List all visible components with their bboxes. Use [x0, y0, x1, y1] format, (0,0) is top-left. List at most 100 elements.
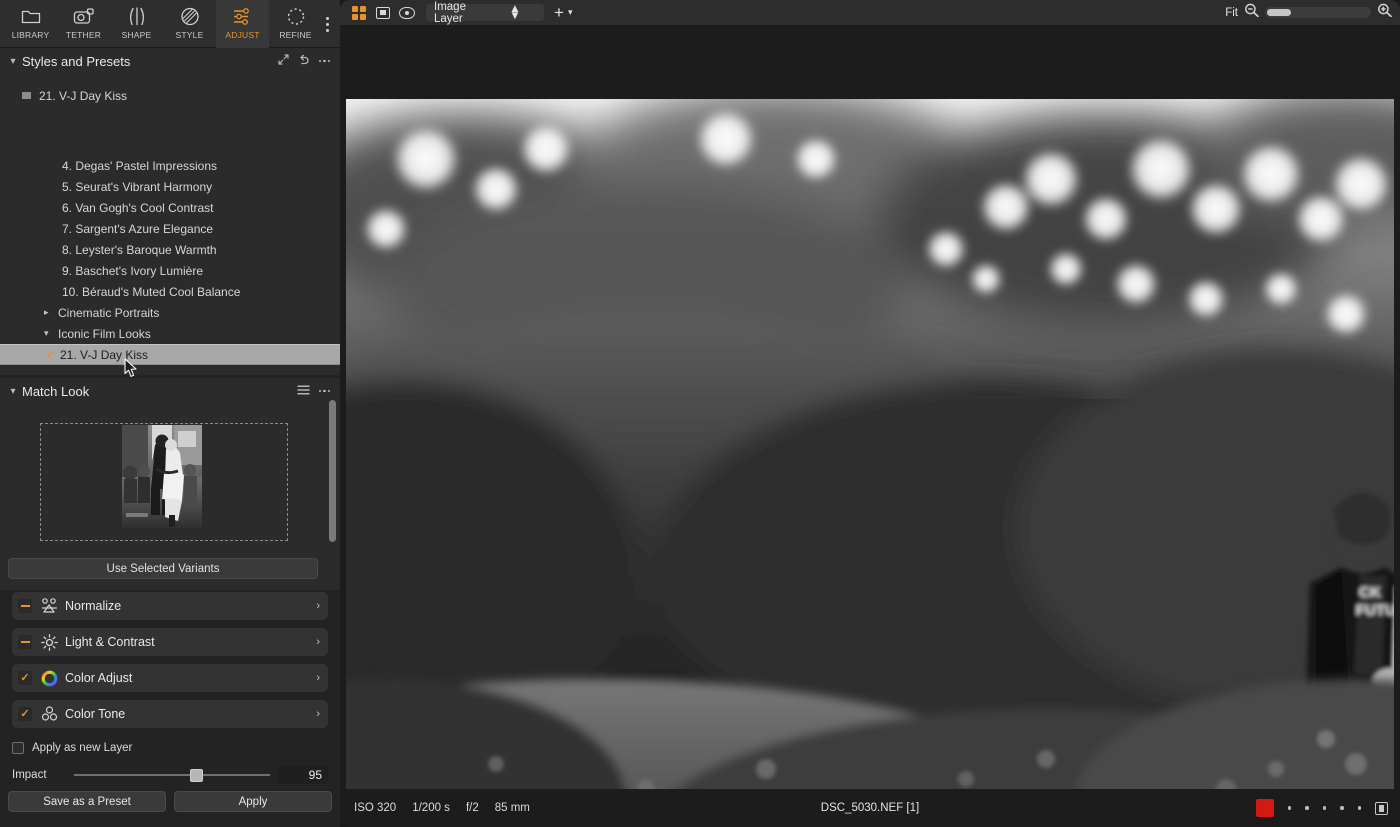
adjustment-row-normalize[interactable]: Normalize › [12, 592, 328, 620]
tool-tabs: LIBRARY TETHER SHAPE STYLE ADJUST REFINE [0, 0, 340, 48]
rating-dot[interactable] [1340, 806, 1344, 810]
list-item[interactable]: 6. Van Gogh's Cool Contrast [0, 197, 340, 218]
chevron-down-icon: ▾ [44, 328, 49, 338]
expand-icon[interactable] [277, 54, 289, 68]
adjustment-row-light-contrast[interactable]: Light & Contrast › [12, 628, 328, 656]
info-bar: ISO 320 1/200 s f/2 85 mm DSC_5030.NEF [… [340, 789, 1400, 827]
preset-label: 10. Béraud's Muted Cool Balance [62, 284, 241, 299]
rating-dot[interactable] [1305, 806, 1309, 810]
chevron-right-icon[interactable]: › [316, 708, 320, 720]
more-icon[interactable] [318, 59, 330, 63]
single-view-icon[interactable] [372, 4, 394, 21]
viewer-toolbar: Image Layer ▲ ▼ + ▾ Fit [340, 0, 1400, 25]
more-icon[interactable] [318, 389, 330, 393]
reset-icon[interactable] [298, 54, 310, 68]
eye-icon[interactable] [396, 4, 418, 21]
tab-refine-label: REFINE [279, 30, 312, 40]
crop-frame-icon[interactable] [1375, 801, 1388, 815]
normalize-icon [39, 598, 59, 614]
check-icon: ✓ [46, 349, 56, 361]
tab-shape-label: SHAPE [121, 30, 152, 40]
checkbox-icon[interactable] [12, 742, 24, 754]
state-partial-icon[interactable] [18, 599, 32, 613]
chevron-down-icon[interactable]: ▾ [6, 386, 20, 397]
current-preset-label: 21. V-J Day Kiss [39, 88, 128, 103]
color-label-swatch[interactable] [1255, 799, 1274, 817]
save-as-preset-button[interactable]: Save as a Preset [8, 791, 166, 812]
adjustment-label: Color Adjust [65, 671, 133, 685]
styles-panel-header[interactable]: ▾ Styles and Presets [0, 48, 340, 74]
star-rating[interactable] [1287, 806, 1361, 810]
zoom-slider[interactable] [1265, 7, 1371, 18]
group-cinematic-portraits[interactable]: ▸ Cinematic Portraits [0, 302, 340, 323]
svg-text:FUTU: FUTU [1356, 602, 1394, 619]
add-layer-button[interactable]: + ▾ [554, 2, 572, 22]
plus-icon: + [554, 2, 564, 22]
list-item[interactable]: 4. Degas' Pastel Impressions [0, 155, 340, 176]
zoom-slider-handle[interactable] [1267, 9, 1291, 16]
list-item[interactable]: 9. Baschet's Ivory Lumière [0, 260, 340, 281]
styles-panel-title: Styles and Presets [22, 53, 131, 69]
sliders-icon [233, 5, 253, 27]
apply-as-new-layer-label: Apply as new Layer [32, 742, 133, 754]
apply-as-new-layer-checkbox[interactable]: Apply as new Layer [12, 742, 132, 754]
state-checked-icon[interactable]: ✓ [18, 707, 32, 721]
app-window: LIBRARY TETHER SHAPE STYLE ADJUST REFINE… [0, 0, 1400, 827]
grid-view-icon[interactable] [348, 4, 370, 21]
rating-dot[interactable] [1357, 806, 1361, 810]
group-iconic-film-looks[interactable]: ▾ Iconic Film Looks [0, 323, 340, 344]
rating-dot[interactable] [1287, 806, 1291, 810]
styles-and-presets-panel: ▾ Styles and Presets 21. V-J Day Kiss 4.… [0, 48, 340, 375]
current-preset-row[interactable]: 21. V-J Day Kiss [0, 85, 340, 106]
tab-library[interactable]: LIBRARY [4, 0, 57, 48]
tab-tether-label: TETHER [65, 30, 102, 40]
adjustment-row-color-adjust[interactable]: ✓ Color Adjust › [12, 664, 328, 692]
tab-style[interactable]: STYLE [163, 0, 216, 48]
zoom-in-icon[interactable] [1377, 3, 1392, 22]
use-selected-variants-button[interactable]: Use Selected Variants [8, 558, 318, 579]
tab-shape[interactable]: SHAPE [110, 0, 163, 48]
adjustment-label: Color Tone [65, 707, 126, 721]
chevron-right-icon[interactable]: › [316, 672, 320, 684]
color-tone-icon [39, 706, 59, 722]
list-item[interactable]: 7. Sargent's Azure Elegance [0, 218, 340, 239]
match-look-thumbnail[interactable] [122, 425, 202, 528]
group-label: Iconic Film Looks [58, 326, 151, 341]
chevron-right-icon[interactable]: › [316, 636, 320, 648]
zoom-out-icon[interactable] [1244, 3, 1259, 22]
tab-tether[interactable]: TETHER [57, 0, 110, 48]
tool-tabs-more-icon[interactable] [320, 12, 334, 36]
list-item[interactable]: 8. Leyster's Baroque Warmth [0, 239, 340, 260]
svg-text:CK: CK [1359, 584, 1381, 601]
slider-track-bar [74, 774, 270, 776]
list-icon[interactable] [297, 384, 310, 398]
adjustment-row-color-tone[interactable]: ✓ Color Tone › [12, 700, 328, 728]
layer-select[interactable]: Image Layer ▲ ▼ [426, 1, 544, 25]
panel-scrollbar[interactable] [329, 400, 336, 542]
impact-value[interactable]: 95 [278, 766, 328, 784]
match-look-header[interactable]: ▾ Match Look [0, 378, 340, 404]
list-item[interactable]: 10. Béraud's Muted Cool Balance [0, 281, 340, 302]
style-icon [180, 5, 200, 27]
apply-button[interactable]: Apply [174, 791, 332, 812]
list-item-selected[interactable]: ✓ 21. V-J Day Kiss [0, 344, 340, 365]
state-partial-icon[interactable] [18, 635, 32, 649]
impact-slider[interactable] [74, 768, 270, 782]
state-checked-icon[interactable]: ✓ [18, 671, 32, 685]
tab-style-label: STYLE [175, 30, 204, 40]
slider-handle[interactable] [189, 769, 203, 782]
chevron-updown-icon: ▲ ▼ [509, 3, 521, 22]
tab-refine[interactable]: REFINE [269, 0, 322, 48]
preset-marker-icon [22, 92, 31, 99]
color-wheel-icon [39, 670, 59, 687]
tab-adjust[interactable]: ADJUST [216, 0, 269, 48]
refine-icon [286, 5, 306, 27]
adjustment-label: Light & Contrast [65, 635, 155, 649]
photo-canvas[interactable]: CK FUTU [346, 99, 1394, 789]
left-panel: LIBRARY TETHER SHAPE STYLE ADJUST REFINE… [0, 0, 340, 827]
list-item[interactable]: 5. Seurat's Vibrant Harmony [0, 176, 340, 197]
chevron-down-icon[interactable]: ▾ [6, 56, 20, 67]
rating-dot[interactable] [1322, 806, 1326, 810]
chevron-right-icon[interactable]: › [316, 600, 320, 612]
group-label: Cinematic Portraits [58, 305, 160, 320]
